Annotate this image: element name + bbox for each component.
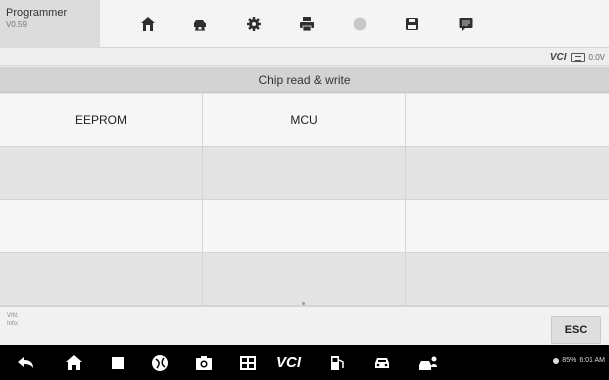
home-nav-button[interactable] (64, 353, 84, 373)
grid-cell-empty (406, 147, 609, 200)
help-button[interactable] (334, 0, 386, 48)
vehicle-menu-button[interactable] (372, 353, 392, 373)
clock: 6:01 AM (579, 357, 605, 364)
app-title-block: Programmer V0.59 (0, 0, 100, 48)
print-button[interactable] (281, 0, 333, 48)
grid-row (0, 200, 609, 253)
gear-icon (247, 17, 261, 31)
battery-level: 85% (562, 357, 577, 364)
grid-cell-empty (0, 200, 203, 253)
data-logging-button[interactable] (440, 0, 492, 48)
grid-cell-empty (406, 200, 609, 253)
save-button[interactable] (386, 0, 438, 48)
battery-icon (570, 52, 585, 62)
home-button[interactable] (122, 0, 174, 48)
grid-row (0, 147, 609, 200)
footer-bar: VIN: Info: ESC (0, 306, 609, 345)
grid-cell-empty (406, 253, 609, 306)
eeprom-button[interactable]: EEPROM (0, 94, 203, 147)
grid-row: EEPROM MCU (0, 94, 609, 147)
car-swap-icon (194, 20, 206, 31)
vci-voltage: 0.0V (588, 52, 605, 62)
car-icon (375, 358, 389, 368)
recent-apps-icon (112, 357, 124, 369)
vci-nav-button[interactable]: VCI (276, 354, 301, 371)
vehicle-swap-button[interactable] (174, 0, 226, 48)
section-title: Chip read & write (0, 67, 609, 93)
chat-icon (459, 18, 473, 31)
page-indicator (302, 302, 305, 305)
app-version: V0.59 (6, 20, 27, 29)
home-icon (141, 17, 155, 31)
mcu-button[interactable]: MCU (203, 94, 406, 147)
vci-status-row: VCI 0.0V (0, 48, 609, 66)
display-icon (240, 356, 256, 370)
display-settings-button[interactable] (238, 353, 258, 373)
settings-button[interactable] (228, 0, 280, 48)
grid-cell-empty (203, 253, 406, 306)
grid-cell-empty (0, 147, 203, 200)
camera-button[interactable] (194, 353, 214, 373)
recent-apps-button[interactable] (108, 353, 128, 373)
camera-icon (196, 356, 212, 370)
function-grid: EEPROM MCU (0, 94, 609, 306)
gas-station-button[interactable] (328, 353, 348, 373)
back-button[interactable] (16, 353, 36, 373)
vci-status: VCI 0.0V (550, 50, 605, 64)
save-icon (406, 18, 418, 30)
grid-cell-empty (0, 253, 203, 306)
gas-pump-icon (331, 356, 344, 370)
help-icon (353, 17, 367, 31)
system-navbar: VCI 85% 6:01 AM (0, 345, 609, 380)
back-arrow-icon (18, 357, 33, 368)
vehicle-info: VIN: Info: (7, 312, 19, 328)
top-toolbar: Programmer V0.59 (0, 0, 609, 48)
vin-label: VIN: (7, 313, 19, 319)
remote-expert-button[interactable] (418, 353, 438, 373)
vci-logo: VCI (549, 51, 567, 63)
system-status: 85% 6:01 AM (553, 357, 605, 364)
printer-icon (300, 17, 314, 32)
grid-cell-empty (203, 200, 406, 253)
browser-button[interactable] (150, 353, 170, 373)
notification-icon (553, 357, 560, 364)
car-person-icon (419, 356, 437, 370)
browser-icon (152, 355, 168, 371)
app-name: Programmer (6, 7, 68, 19)
esc-button[interactable]: ESC (551, 316, 601, 344)
grid-cell-empty (406, 94, 609, 147)
info-label: Info: (7, 321, 19, 327)
grid-cell-empty (203, 147, 406, 200)
home-icon (66, 355, 82, 370)
grid-row (0, 253, 609, 306)
